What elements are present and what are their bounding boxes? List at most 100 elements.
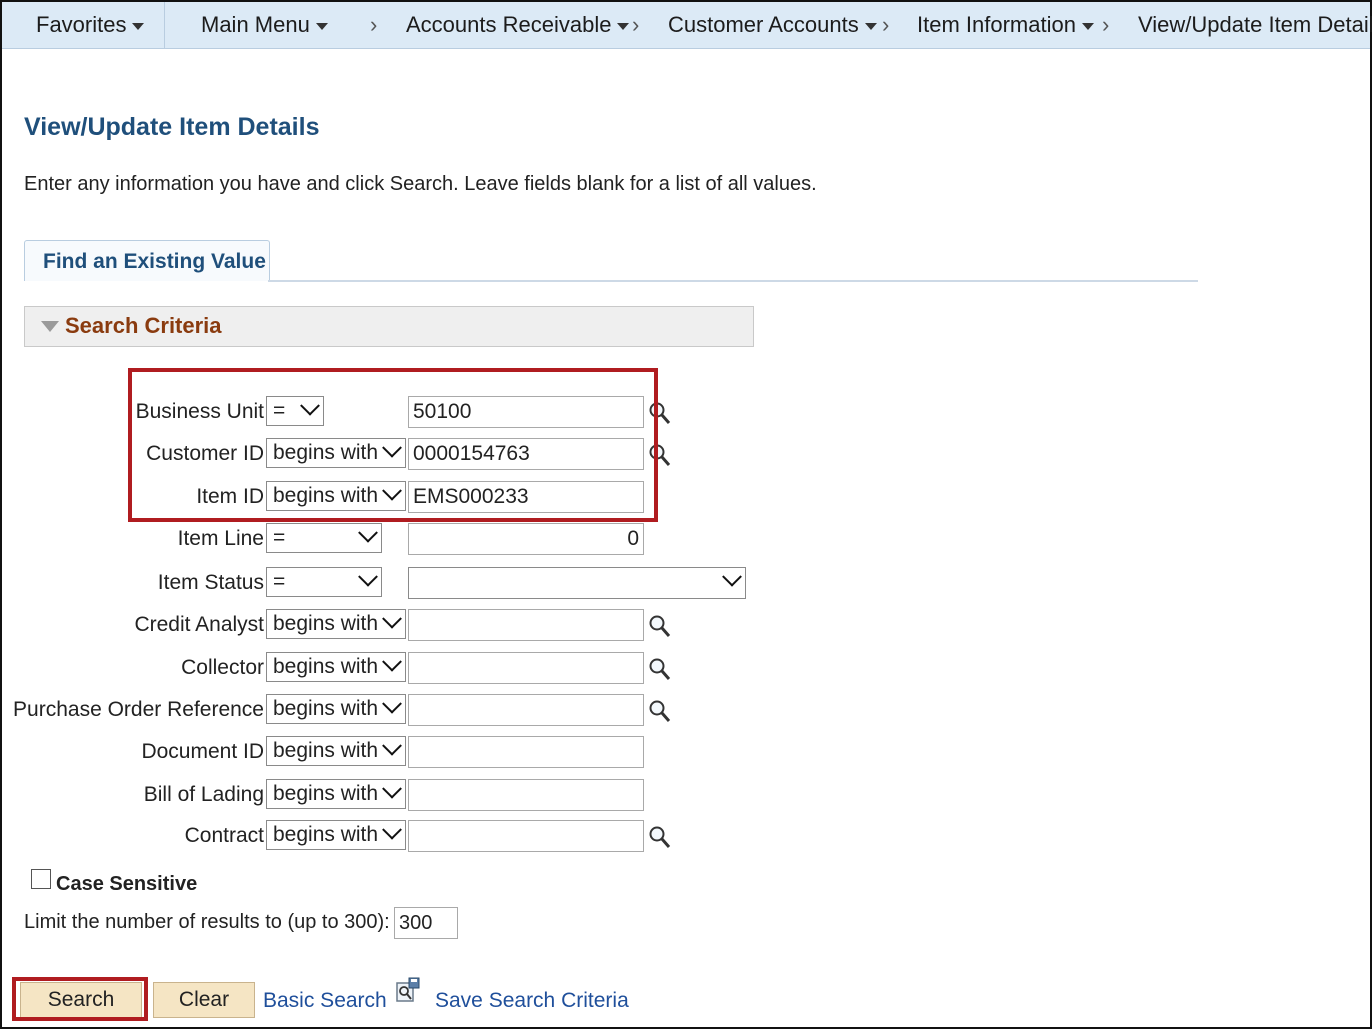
chevron-down-icon — [358, 522, 378, 543]
contract-row: Contract begins with — [0, 819, 760, 854]
purchase-order-reference-input[interactable] — [408, 694, 644, 726]
nav-accounts-receivable-label: Accounts Receivable — [406, 12, 612, 37]
search-criteria-label: Search Criteria — [65, 313, 222, 338]
lookup-magnifier-icon[interactable] — [648, 613, 672, 639]
item-status-operator-select[interactable]: = — [266, 566, 382, 597]
search-criteria-header[interactable]: Search Criteria — [24, 306, 754, 347]
nav-accounts-receivable[interactable]: Accounts Receivable — [406, 12, 630, 38]
lookup-magnifier-icon[interactable] — [648, 824, 672, 850]
save-search-criteria-link[interactable]: Save Search Criteria — [435, 989, 629, 1013]
chevron-down-icon — [358, 566, 378, 587]
operator-value: = — [273, 526, 286, 549]
item-id-row: Item ID begins with EMS000233 — [0, 480, 760, 515]
collector-label: Collector — [181, 656, 264, 679]
basic-search-link[interactable]: Basic Search — [263, 989, 387, 1013]
chevron-down-icon — [1081, 22, 1094, 30]
item-line-row: Item Line = 0 — [0, 522, 760, 557]
top-navigation-bar: Favorites Main Menu › Accounts Receivabl… — [2, 2, 1372, 49]
chevron-down-icon — [132, 22, 145, 30]
breadcrumb-separator: › — [632, 12, 640, 37]
chevron-down-icon — [864, 22, 877, 30]
page-instructions: Enter any information you have and click… — [24, 173, 817, 195]
nav-item-information-label: Item Information — [917, 12, 1076, 37]
input-value: 0 — [627, 527, 639, 550]
chevron-down-icon — [382, 693, 402, 714]
credit-analyst-operator-select[interactable]: begins with — [266, 608, 406, 639]
business-unit-operator-select[interactable]: = — [266, 395, 324, 426]
lookup-magnifier-icon[interactable] — [648, 698, 672, 724]
bill-of-lading-input[interactable] — [408, 779, 644, 811]
lookup-magnifier-icon[interactable] — [648, 442, 672, 468]
item-id-operator-select[interactable]: begins with — [266, 480, 406, 511]
limit-results-value: 300 — [399, 912, 433, 934]
item-line-label: Item Line — [177, 527, 264, 550]
case-sensitive-label: Case Sensitive — [56, 873, 198, 895]
credit-analyst-label: Credit Analyst — [134, 613, 264, 636]
chevron-down-icon — [382, 651, 402, 672]
collector-operator-select[interactable]: begins with — [266, 651, 406, 682]
nav-current-page[interactable]: View/Update Item Details — [1138, 12, 1372, 38]
operator-value: begins with — [273, 612, 379, 635]
chevron-down-icon — [382, 437, 402, 458]
contract-input[interactable] — [408, 820, 644, 852]
chevron-down-icon — [315, 22, 328, 30]
item-line-input[interactable]: 0 — [408, 523, 644, 555]
tab-underline — [268, 280, 1198, 282]
chevron-down-icon — [382, 735, 402, 756]
customer-id-operator-select[interactable]: begins with — [266, 437, 406, 468]
chevron-down-icon — [300, 395, 320, 416]
credit-analyst-input[interactable] — [408, 609, 644, 641]
operator-value: begins with — [273, 782, 379, 805]
operator-value: begins with — [273, 484, 379, 507]
nav-main-menu-label: Main Menu — [201, 12, 310, 37]
operator-value: = — [273, 570, 286, 593]
item-line-operator-select[interactable]: = — [266, 522, 382, 553]
nav-customer-accounts[interactable]: Customer Accounts — [668, 12, 877, 38]
document-id-input[interactable] — [408, 736, 644, 768]
nav-main-menu[interactable]: Main Menu — [201, 12, 328, 38]
collector-input[interactable] — [408, 652, 644, 684]
customer-id-input[interactable]: 0000154763 — [408, 438, 644, 470]
nav-item-information[interactable]: Item Information — [917, 12, 1094, 38]
collector-row: Collector begins with — [0, 651, 760, 686]
limit-results-label: Limit the number of results to (up to 30… — [24, 911, 390, 933]
collapse-triangle-icon — [41, 321, 59, 332]
breadcrumb-separator: › — [370, 12, 378, 37]
contract-operator-select[interactable]: begins with — [266, 819, 406, 850]
case-sensitive-checkbox[interactable] — [31, 869, 51, 889]
purchase-order-reference-operator-select[interactable]: begins with — [266, 693, 406, 724]
item-id-label: Item ID — [196, 485, 264, 508]
input-value: EMS000233 — [413, 485, 529, 508]
operator-value: = — [273, 399, 286, 422]
item-status-row: Item Status = — [0, 566, 760, 601]
nav-divider — [164, 2, 165, 48]
lookup-magnifier-icon[interactable] — [648, 656, 672, 682]
limit-results-input[interactable]: 300 — [394, 907, 458, 939]
nav-favorites[interactable]: Favorites — [36, 12, 145, 38]
tab-label: Find an Existing Value — [43, 250, 266, 273]
lookup-magnifier-icon[interactable] — [648, 400, 672, 426]
nav-favorites-label: Favorites — [36, 12, 127, 37]
item-id-input[interactable]: EMS000233 — [408, 481, 644, 513]
bill-of-lading-operator-select[interactable]: begins with — [266, 778, 406, 809]
document-id-label: Document ID — [141, 740, 264, 763]
business-unit-label: Business Unit — [135, 400, 264, 423]
document-id-operator-select[interactable]: begins with — [266, 735, 406, 766]
business-unit-input[interactable]: 50100 — [408, 396, 644, 428]
bill-of-lading-row: Bill of Lading begins with — [0, 778, 760, 813]
operator-value: begins with — [273, 441, 379, 464]
tab-find-existing-value[interactable]: Find an Existing Value — [24, 240, 270, 281]
chevron-down-icon — [722, 566, 742, 587]
item-status-select[interactable] — [408, 566, 746, 599]
customer-id-label: Customer ID — [146, 442, 264, 465]
nav-customer-accounts-label: Customer Accounts — [668, 12, 859, 37]
clear-button[interactable]: Clear — [153, 982, 255, 1018]
item-status-label: Item Status — [157, 571, 264, 594]
save-search-icon[interactable] — [395, 977, 421, 1005]
operator-value: begins with — [273, 823, 379, 846]
credit-analyst-row: Credit Analyst begins with — [0, 608, 760, 643]
customer-id-row: Customer ID begins with 0000154763 — [0, 437, 760, 472]
operator-value: begins with — [273, 739, 379, 762]
operator-value: begins with — [273, 697, 379, 720]
search-button[interactable]: Search — [20, 982, 142, 1018]
